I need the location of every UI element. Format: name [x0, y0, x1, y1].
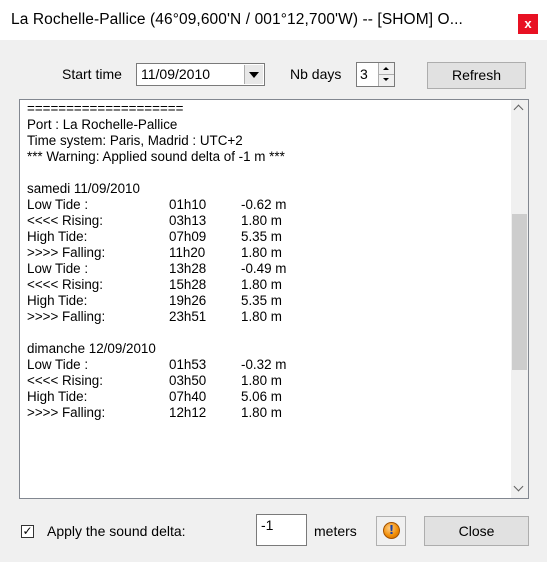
tide-time: 23h51	[169, 309, 207, 324]
nb-days-spinner[interactable]: 3	[356, 62, 395, 87]
delta-input[interactable]: -1	[256, 514, 307, 546]
nb-days-label: Nb days	[290, 66, 342, 82]
tide-row: <<<< Rising: 15h28 1.80 m	[27, 277, 502, 293]
tide-event: High Tide:	[27, 229, 88, 244]
tide-time: 15h28	[169, 277, 207, 292]
tide-height: 1.80 m	[241, 373, 282, 388]
report-header-line: Port : La Rochelle-Pallice	[27, 117, 178, 132]
vertical-scrollbar[interactable]	[511, 100, 528, 498]
tide-time: 13h28	[169, 261, 207, 276]
delta-value[interactable]: -1	[261, 517, 273, 533]
tide-event: Low Tide :	[27, 261, 89, 276]
tide-window: La Rochelle-Pallice (46°09,600'N / 001°1…	[0, 0, 547, 562]
start-time-value: 11/09/2010	[141, 66, 211, 82]
tide-height: -0.49 m	[241, 261, 287, 276]
day-title: samedi 11/09/2010	[27, 181, 140, 196]
tide-row: >>>> Falling: 23h51 1.80 m	[27, 309, 502, 325]
tide-time: 01h53	[169, 357, 207, 372]
tide-height: -0.62 m	[241, 197, 287, 212]
tide-row: Low Tide : 01h53 -0.32 m	[27, 357, 502, 373]
tide-event: <<<< Rising:	[27, 277, 103, 292]
tide-height: 5.35 m	[241, 293, 282, 308]
tide-event: Low Tide :	[27, 357, 89, 372]
tide-row: <<<< Rising: 03h50 1.80 m	[27, 373, 502, 389]
warning-icon: !	[383, 522, 400, 539]
tide-height: 1.80 m	[241, 309, 282, 324]
nb-days-value[interactable]: 3	[360, 66, 368, 82]
spin-up-icon[interactable]	[379, 63, 394, 75]
tide-height: 5.06 m	[241, 389, 282, 404]
tide-height: 1.80 m	[241, 277, 282, 292]
start-time-label: Start time	[62, 66, 122, 82]
tide-event: <<<< Rising:	[27, 373, 103, 388]
window-close-icon[interactable]: x	[518, 14, 538, 34]
tide-event: Low Tide :	[27, 197, 89, 212]
tide-event: High Tide:	[27, 293, 88, 308]
tide-report-textarea[interactable]: ==================== Port : La Rochelle-P…	[19, 99, 529, 499]
tide-row: Low Tide : 01h10 -0.62 m	[27, 197, 502, 213]
tide-event: High Tide:	[27, 389, 88, 404]
spin-down-icon[interactable]	[379, 75, 394, 86]
report-header-line: ====================	[27, 101, 184, 116]
start-time-combobox[interactable]: 11/09/2010	[136, 63, 265, 86]
day-title: dimanche 12/09/2010	[27, 341, 156, 356]
window-title: La Rochelle-Pallice (46°09,600'N / 001°1…	[11, 11, 463, 28]
scrollbar-thumb[interactable]	[512, 214, 527, 370]
refresh-button[interactable]: Refresh	[427, 62, 526, 89]
apply-delta-label: Apply the sound delta:	[47, 523, 186, 539]
tide-event: >>>> Falling:	[27, 405, 106, 420]
tide-time: 12h12	[169, 405, 207, 420]
spinner-buttons	[378, 63, 394, 86]
scroll-up-icon[interactable]	[511, 100, 528, 117]
tide-time: 01h10	[169, 197, 207, 212]
tide-row: High Tide: 19h26 5.35 m	[27, 293, 502, 309]
close-button[interactable]: Close	[424, 516, 529, 546]
tide-height: 1.80 m	[241, 405, 282, 420]
tide-height: 1.80 m	[241, 213, 282, 228]
tide-event: >>>> Falling:	[27, 245, 106, 260]
tide-row: High Tide: 07h40 5.06 m	[27, 389, 502, 405]
tide-event: <<<< Rising:	[27, 213, 103, 228]
tide-row: <<<< Rising: 03h13 1.80 m	[27, 213, 502, 229]
delta-unit-label: meters	[314, 523, 357, 539]
tide-time: 03h50	[169, 373, 207, 388]
report-header-line: *** Warning: Applied sound delta of -1 m…	[27, 149, 285, 164]
tide-time: 03h13	[169, 213, 207, 228]
chevron-down-icon[interactable]	[244, 65, 263, 84]
tide-row: >>>> Falling: 11h20 1.80 m	[27, 245, 502, 261]
scroll-down-icon[interactable]	[511, 481, 528, 498]
warning-glyph: !	[388, 523, 395, 537]
tide-row: >>>> Falling: 12h12 1.80 m	[27, 405, 502, 421]
tide-event: >>>> Falling:	[27, 309, 106, 324]
tide-row: Low Tide : 13h28 -0.49 m	[27, 261, 502, 277]
tide-time: 07h40	[169, 389, 207, 404]
title-bar[interactable]: La Rochelle-Pallice (46°09,600'N / 001°1…	[0, 0, 547, 40]
tide-height: 1.80 m	[241, 245, 282, 260]
tide-height: 5.35 m	[241, 229, 282, 244]
tide-time: 11h20	[169, 245, 206, 260]
tide-time: 19h26	[169, 293, 207, 308]
warning-button[interactable]: !	[376, 516, 406, 546]
tide-time: 07h09	[169, 229, 207, 244]
apply-delta-checkbox[interactable]: ✓	[21, 525, 34, 538]
tide-height: -0.32 m	[241, 357, 287, 372]
report-header-line: Time system: Paris, Madrid : UTC+2	[27, 133, 243, 148]
tide-row: High Tide: 07h09 5.35 m	[27, 229, 502, 245]
tide-report-text: ==================== Port : La Rochelle-P…	[27, 101, 502, 421]
